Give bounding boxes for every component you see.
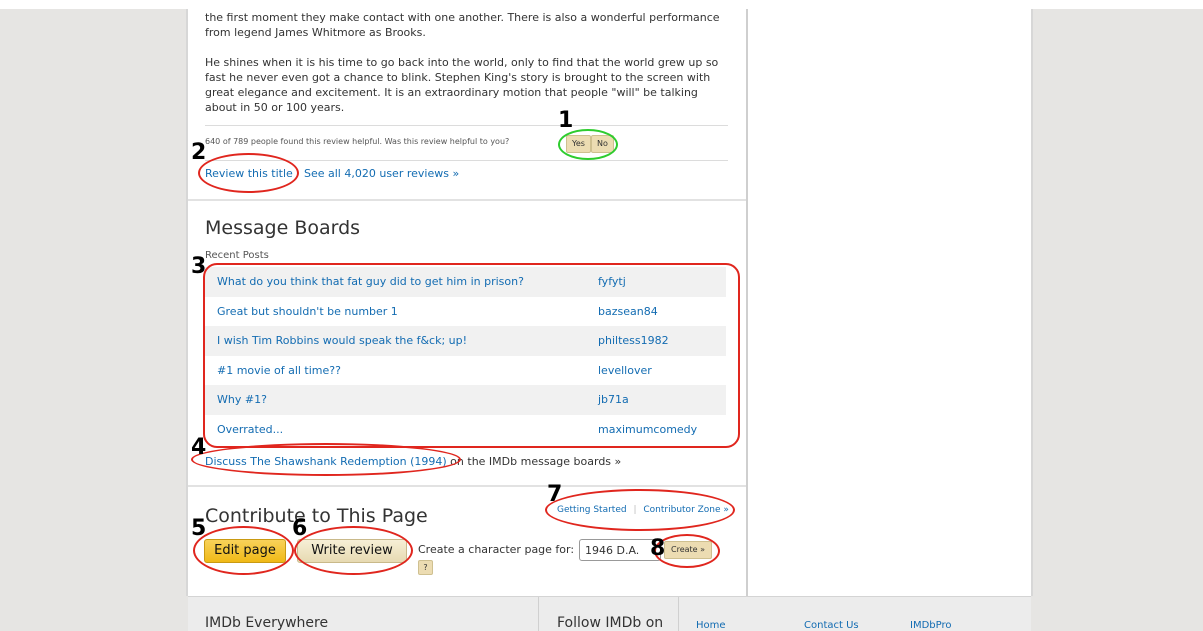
divider — [205, 125, 728, 126]
imdb-page: the first moment they make contact with … — [0, 0, 1203, 631]
see-all-reviews-link[interactable]: See all 4,020 user reviews » — [304, 167, 459, 180]
sidebar-column — [748, 9, 1031, 596]
annotation-ellipse-4 — [191, 443, 461, 476]
footer: IMDb Everywhere Follow IMDb on Home Cont… — [188, 596, 1031, 631]
annotation-ellipse-5 — [193, 526, 294, 575]
annotation-box-3 — [203, 263, 740, 448]
annotation-number-8: 8 — [650, 536, 666, 561]
annotation-number-5: 5 — [191, 516, 207, 541]
section-separator — [188, 485, 746, 487]
message-boards-heading: Message Boards — [205, 217, 361, 239]
section-separator — [188, 199, 746, 201]
annotation-number-7: 7 — [547, 482, 563, 507]
annotation-number-6: 6 — [292, 516, 308, 541]
annotation-number-2: 2 — [191, 140, 207, 165]
footer-divider — [678, 597, 679, 631]
annotation-ellipse-1 — [558, 129, 618, 160]
review-line: fast he never even got a chance to blink… — [205, 71, 711, 84]
contribute-heading: Contribute to This Page — [205, 505, 428, 527]
footer-divider — [538, 597, 539, 631]
follow-imdb-heading: Follow IMDb on — [557, 615, 664, 631]
footer-link-contact[interactable]: Contact Us — [804, 620, 859, 631]
character-select-value: 1946 D.A. — [585, 544, 640, 557]
character-page-label: Create a character page for: — [418, 543, 575, 556]
review-paragraph-1: the first moment they make contact with … — [205, 10, 725, 40]
review-line: the first moment they make contact with … — [205, 11, 720, 24]
annotation-number-1: 1 — [558, 108, 574, 133]
discuss-suffix: on the IMDb message boards » — [446, 455, 622, 468]
imdb-everywhere-heading: IMDb Everywhere — [205, 615, 329, 631]
review-line: about in 50 or 100 years. — [205, 101, 345, 114]
top-strip — [0, 0, 1203, 9]
annotation-ellipse-2 — [198, 153, 299, 193]
annotation-number-4: 4 — [191, 435, 207, 460]
recent-posts-label: Recent Posts — [205, 250, 269, 261]
footer-link-imdbpro[interactable]: IMDbPro — [910, 620, 952, 631]
review-line: from legend James Whitmore as Brooks. — [205, 26, 426, 39]
helpful-text: 640 of 789 people found this review help… — [205, 137, 510, 146]
footer-link-home[interactable]: Home — [696, 620, 726, 631]
annotation-ellipse-6 — [294, 526, 413, 575]
annotation-ellipse-7 — [545, 489, 735, 531]
review-line: great elegance and excitement. It is an … — [205, 86, 698, 99]
sidebar-right-border — [1031, 9, 1033, 596]
character-select[interactable]: 1946 D.A. ▾ — [579, 539, 661, 561]
annotation-number-3: 3 — [191, 254, 207, 279]
review-line: He shines when it is his time to go back… — [205, 56, 719, 69]
help-button[interactable]: ? — [418, 560, 433, 575]
review-paragraph-2: He shines when it is his time to go back… — [205, 55, 725, 115]
